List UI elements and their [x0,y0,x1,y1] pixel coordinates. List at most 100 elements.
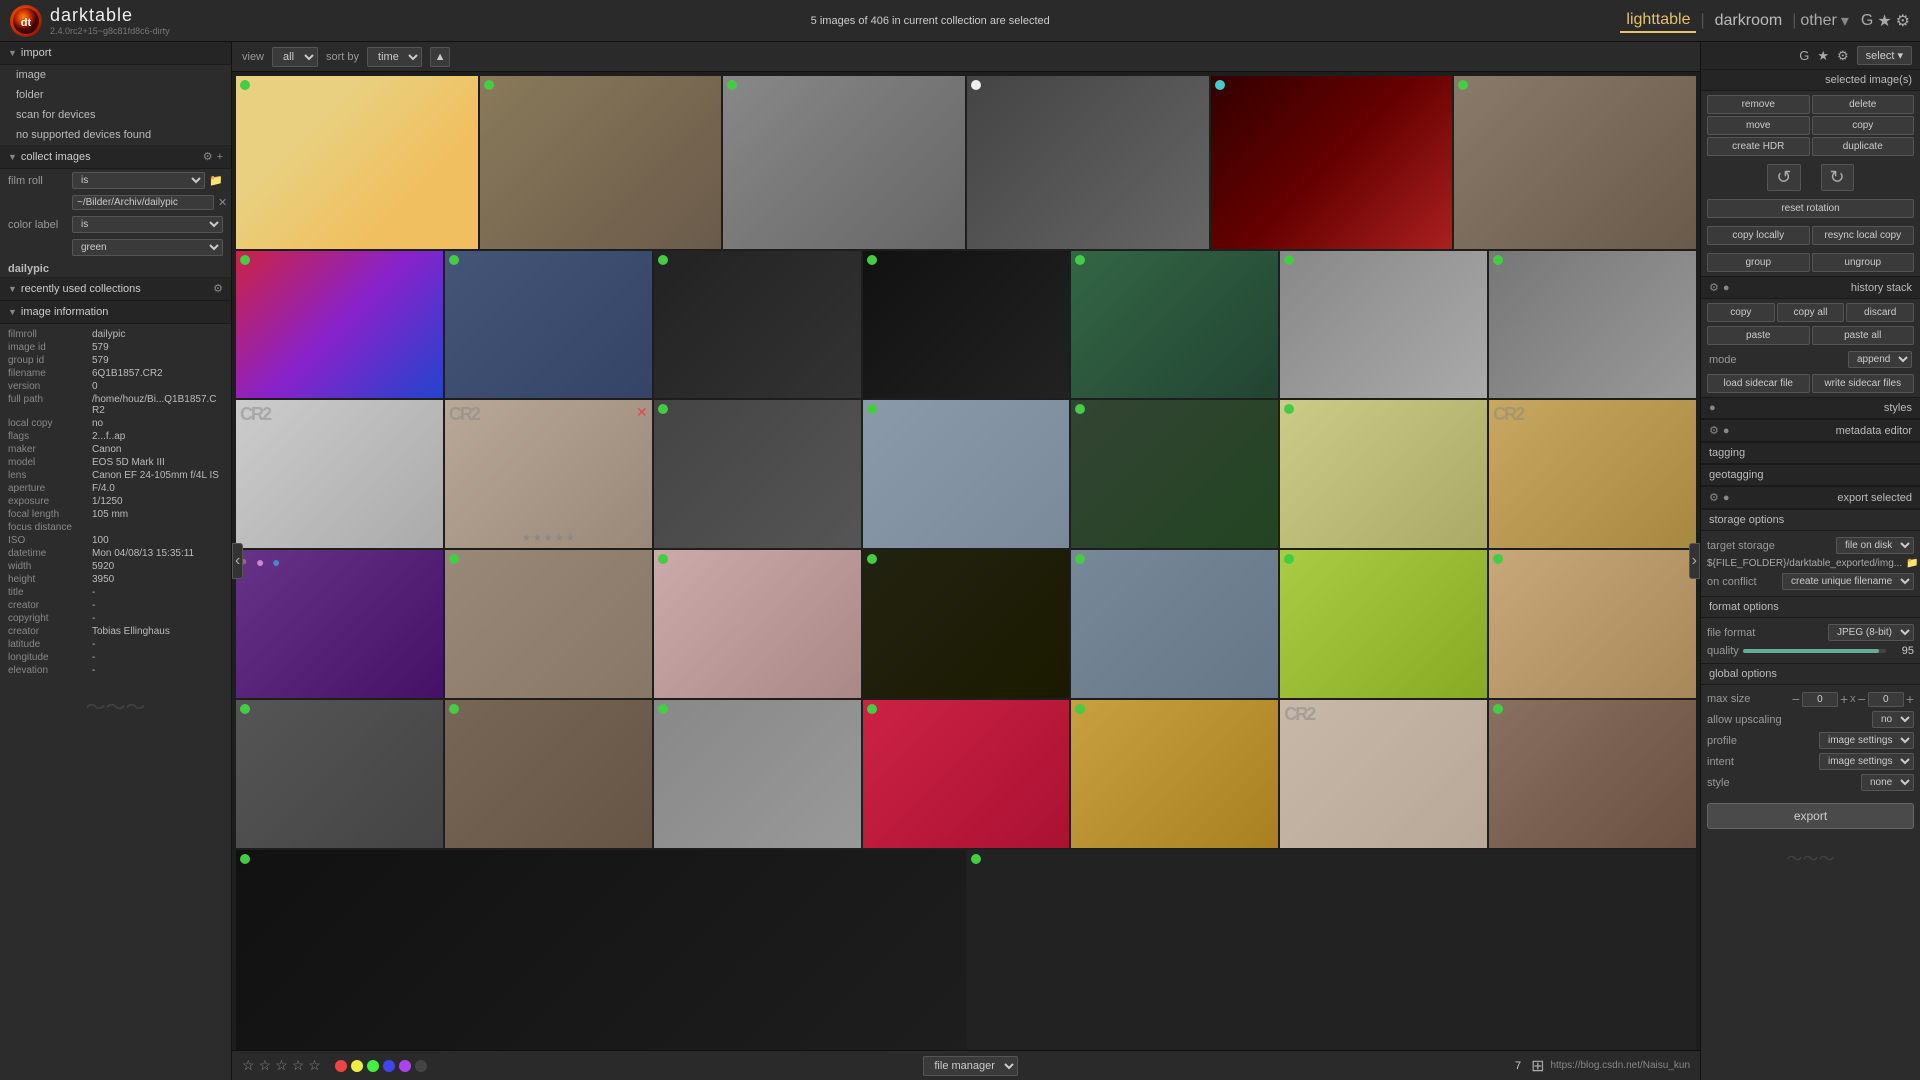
photo-texture[interactable]: CR2 ✕ ★ ★ ★ ★ ★ [445,400,652,548]
target-storage-select[interactable]: file on disk [1836,537,1914,554]
photo-lights[interactable] [863,550,1070,698]
intent-select[interactable]: image settings [1819,753,1914,770]
format-options-header[interactable]: format options [1701,596,1920,618]
photo-red-light[interactable] [1211,76,1453,249]
sort-direction-btn[interactable]: ▲ [430,47,450,67]
bottom-star-2[interactable]: ☆ [259,1057,272,1074]
photo-jar[interactable] [1071,700,1278,848]
photo-dog[interactable] [1489,550,1696,698]
color-dot-red[interactable] [335,1060,347,1072]
nav-other[interactable]: other [1800,12,1836,30]
reset-rotation-btn[interactable]: reset rotation [1707,199,1914,218]
recently-used-section-header[interactable]: ▼ recently used collections ⚙ [0,277,231,301]
duplicate-btn[interactable]: duplicate [1812,137,1915,156]
rotate-right-btn[interactable]: ↻ [1821,164,1854,191]
create-hdr-btn[interactable]: create HDR [1707,137,1810,156]
rotate-left-btn[interactable]: ↺ [1767,164,1800,191]
allow-upscaling-select[interactable]: no [1872,711,1914,728]
film-roll-select[interactable]: is [72,172,205,189]
photo-tulip[interactable] [863,700,1070,848]
color-dot-dark[interactable] [415,1060,427,1072]
photo-drinks[interactable]: CR2 [1489,400,1696,548]
load-sidecar-btn[interactable]: load sidecar file [1707,374,1810,393]
photo-thread[interactable] [654,550,861,698]
photo-bldg[interactable] [1489,700,1696,848]
collect-section-header[interactable]: ▼ collect images ⚙ + [0,145,231,169]
collect-gear-icon[interactable]: ⚙ [203,150,213,163]
image-info-section-header[interactable]: ▼ image information [0,301,231,324]
max-size-h-minus[interactable]: − [1858,691,1866,707]
color-dot-blue[interactable] [383,1060,395,1072]
photo-sink[interactable] [1280,251,1487,399]
photo-train[interactable] [654,400,861,548]
import-image-item[interactable]: image [0,65,231,85]
remove-btn[interactable]: remove [1707,95,1810,114]
photo-deer[interactable] [1454,76,1696,249]
group-btn[interactable]: group [1707,253,1810,272]
import-section-header[interactable]: ▼ import [0,42,231,65]
photo-hair[interactable]: ● ● ● [236,550,443,698]
history-copy-btn[interactable]: copy [1707,303,1775,322]
write-sidecar-btn[interactable]: write sidecar files [1812,374,1915,393]
photo-egg[interactable] [236,76,478,249]
style-select[interactable]: none [1861,774,1914,791]
select-btn[interactable]: select ▾ [1857,46,1912,65]
photo-ruins[interactable] [445,700,652,848]
photo-shell[interactable]: CR2 [1280,700,1487,848]
photo-clock[interactable] [445,550,652,698]
color-dot-yellow[interactable] [351,1060,363,1072]
copy-locally-btn[interactable]: copy locally [1707,226,1810,245]
max-size-w-plus[interactable]: + [1840,691,1848,707]
photo-stone[interactable] [654,700,861,848]
view-select[interactable]: all [272,47,318,67]
export-selected-header[interactable]: ⚙ ● export selected [1701,486,1920,509]
mode-select[interactable]: append [1848,351,1912,368]
nav-arrow[interactable]: ▾ [1841,11,1849,31]
nav-darkroom[interactable]: darkroom [1709,10,1789,32]
color-dot-purple[interactable] [399,1060,411,1072]
photo-sign[interactable] [863,400,1070,548]
geotagging-header[interactable]: geotagging [1701,464,1920,486]
nav-lighttable[interactable]: lighttable [1620,9,1696,33]
max-size-w-minus[interactable]: − [1792,691,1800,707]
global-options-header[interactable]: global options [1701,663,1920,685]
sort-select[interactable]: time [367,47,422,67]
right-top-star-icon[interactable]: ★ [1817,48,1829,64]
photo-dark[interactable] [654,251,861,399]
import-folder-item[interactable]: folder [0,85,231,105]
icon-gear-top[interactable]: ⚙ [1896,11,1910,31]
recently-used-gear-icon[interactable]: ⚙ [213,282,223,295]
copy-btn[interactable]: copy [1812,116,1915,135]
max-size-w-input[interactable] [1802,692,1838,707]
storage-options-header[interactable]: storage options [1701,509,1920,531]
right-top-gear-icon[interactable]: ⚙ [1837,48,1849,64]
history-paste-all-btn[interactable]: paste all [1812,326,1915,345]
photo-hand[interactable] [723,76,965,249]
history-copy-all-btn[interactable]: copy all [1777,303,1845,322]
color-dot-green[interactable] [367,1060,379,1072]
bottom-star-4[interactable]: ☆ [292,1057,305,1074]
photo-forsythia[interactable] [1280,550,1487,698]
app-logo[interactable]: dt [10,5,42,37]
color-label-select[interactable]: is [72,216,223,233]
max-size-h-input[interactable] [1868,692,1904,707]
photo-dark2[interactable] [236,850,965,1050]
tagging-header[interactable]: tagging [1701,442,1920,464]
max-size-h-plus[interactable]: + [1906,691,1914,707]
right-top-G-icon[interactable]: G [1799,48,1809,63]
resync-local-btn[interactable]: resync local copy [1812,226,1915,245]
bottom-star-3[interactable]: ☆ [275,1057,288,1074]
icon-star-top[interactable]: ★ [1877,11,1891,31]
metadata-editor-header[interactable]: ⚙ ● metadata editor [1701,419,1920,442]
icon-gimp[interactable]: G [1861,12,1873,30]
bottom-star-1[interactable]: ☆ [242,1057,255,1074]
photo-arch[interactable] [236,700,443,848]
on-conflict-select[interactable]: create unique filename [1782,573,1914,590]
fit-icon[interactable]: ⊞ [1531,1056,1544,1076]
photo-black[interactable] [863,251,1070,399]
file-format-select[interactable]: JPEG (8-bit) [1828,624,1914,641]
move-btn[interactable]: move [1707,116,1810,135]
photo-branch[interactable] [445,251,652,399]
photo-flower[interactable] [1071,251,1278,399]
storage-folder-icon[interactable]: 📁 [1906,558,1918,569]
